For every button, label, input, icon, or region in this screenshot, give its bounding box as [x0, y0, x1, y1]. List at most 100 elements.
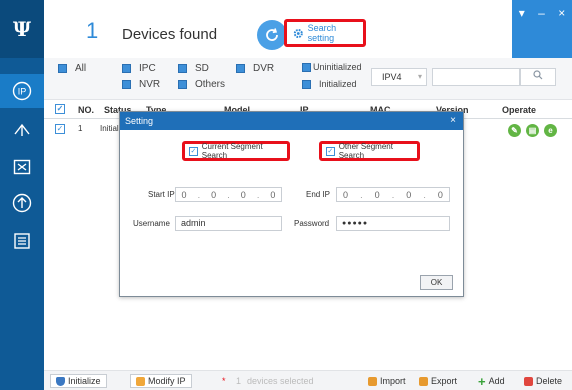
- plus-icon: +: [478, 373, 486, 389]
- username-input[interactable]: admin: [175, 216, 282, 231]
- sidebar-list[interactable]: [0, 224, 44, 258]
- filter-dvr-checkbox[interactable]: [236, 64, 245, 73]
- filter-dvr-label: DVR: [253, 63, 275, 74]
- import-icon: [368, 376, 377, 386]
- filter-all-label: All: [75, 63, 87, 74]
- svg-text:IP: IP: [18, 87, 27, 97]
- filter-nvr-label: NVR: [139, 79, 161, 90]
- modify-ip-button[interactable]: Modify IP: [130, 374, 192, 388]
- edit-icon[interactable]: ✎: [508, 124, 521, 137]
- other-segment-checkbox[interactable]: ✓: [326, 146, 335, 156]
- sidebar-upload[interactable]: [0, 186, 44, 220]
- filter-ipc[interactable]: IPC: [122, 63, 156, 74]
- initialize-button[interactable]: Initialize: [50, 374, 107, 388]
- upload-icon: [12, 193, 32, 213]
- shield-icon: [56, 376, 65, 386]
- minimize-icon[interactable]: –: [538, 6, 545, 58]
- filter-others-label: Others: [195, 79, 226, 90]
- filter-uninitialized-label: Uninitialized: [313, 62, 362, 72]
- filter-sd-label: SD: [195, 63, 209, 74]
- delete-button[interactable]: Delete: [524, 374, 562, 388]
- filter-bar: All IPC SD DVR NVR Others Uninitialized: [44, 58, 572, 100]
- dialog-title: Setting: [125, 116, 154, 126]
- password-input[interactable]: ●●●●●: [336, 216, 450, 231]
- sidebar-upgrade[interactable]: [0, 112, 44, 146]
- start-ip-octet-4: 0: [270, 189, 276, 200]
- start-ip-field[interactable]: 0. 0. 0. 0: [175, 187, 282, 202]
- filter-sd[interactable]: SD: [178, 63, 209, 74]
- filter-initialized[interactable]: Initialized: [302, 79, 357, 89]
- filter-others[interactable]: Others: [178, 79, 225, 90]
- username-label: Username: [133, 219, 170, 228]
- filter-initialized-checkbox[interactable]: [302, 79, 311, 89]
- current-segment-label: Current Segment Search: [201, 142, 263, 160]
- other-segment-label: Other Segment Search: [338, 142, 393, 160]
- refresh-icon: [266, 28, 278, 41]
- selected-star: *: [222, 376, 226, 386]
- initialize-label: Initialize: [68, 376, 101, 386]
- sidebar: Ψ IP: [0, 0, 44, 390]
- end-ip-label: End IP: [306, 190, 331, 199]
- config-icon: [13, 159, 31, 175]
- add-button[interactable]: + Add: [478, 373, 505, 389]
- ok-button[interactable]: OK: [420, 275, 453, 290]
- ip-version-select[interactable]: IPV4 ▾: [371, 68, 427, 86]
- ip-version-value: IPV4: [382, 72, 402, 82]
- other-segment-search-option[interactable]: ✓ Other Segment Search: [319, 141, 420, 161]
- filter-ipc-checkbox[interactable]: [122, 64, 131, 73]
- sidebar-config[interactable]: [0, 150, 44, 184]
- details-icon[interactable]: ▤: [526, 124, 539, 137]
- filter-all[interactable]: All: [58, 63, 86, 74]
- app-logo: Ψ: [0, 0, 44, 58]
- search-icon: [533, 70, 543, 80]
- refresh-button[interactable]: [257, 20, 287, 50]
- filter-uninitialized[interactable]: Uninitialized: [302, 62, 362, 72]
- select-all-checkbox[interactable]: ✓: [55, 104, 65, 114]
- device-count: 1: [86, 18, 99, 43]
- close-icon[interactable]: ×: [558, 6, 565, 58]
- header: 1 Devices found Search setting ▾ – ×: [44, 0, 572, 58]
- row-checkbox[interactable]: ✓: [55, 124, 65, 134]
- end-ip-octet-1: 0: [343, 189, 349, 200]
- filter-all-checkbox[interactable]: [58, 64, 67, 73]
- import-button[interactable]: Import: [368, 374, 406, 388]
- app-window: Ψ IP 1 Devices found Search setting ▾ – …: [0, 0, 572, 390]
- row-no: 1: [78, 124, 83, 133]
- export-button[interactable]: Export: [419, 374, 457, 388]
- filter-uninitialized-checkbox[interactable]: [302, 62, 311, 72]
- dialog-titlebar: Setting ×: [120, 112, 463, 130]
- start-ip-octet-2: 0: [211, 189, 217, 200]
- chevron-down-icon: ▾: [417, 72, 422, 81]
- filter-nvr[interactable]: NVR: [122, 79, 160, 90]
- sidebar-ip-tool[interactable]: IP: [0, 74, 44, 108]
- filter-others-checkbox[interactable]: [178, 80, 187, 89]
- dialog-close-icon[interactable]: ×: [450, 115, 456, 126]
- current-segment-search-option[interactable]: ✓ Current Segment Search: [182, 141, 290, 161]
- col-operate: Operate: [502, 105, 537, 115]
- password-label: Password: [294, 219, 330, 228]
- filter-search-input[interactable]: [432, 68, 520, 86]
- add-label: Add: [488, 376, 505, 386]
- end-ip-octet-4: 0: [437, 189, 443, 200]
- web-icon[interactable]: e: [544, 124, 557, 137]
- filter-dvr[interactable]: DVR: [236, 63, 274, 74]
- bottom-toolbar: Initialize Modify IP * 1 devices selecte…: [44, 370, 572, 390]
- search-setting-button[interactable]: Search setting: [284, 19, 366, 47]
- start-ip-octet-1: 0: [181, 189, 187, 200]
- setting-dialog: Setting × ✓ Current Segment Search ✓ Oth…: [119, 111, 464, 297]
- current-segment-checkbox[interactable]: ✓: [189, 146, 198, 156]
- filter-sd-checkbox[interactable]: [178, 64, 187, 73]
- selected-count: 1: [236, 376, 242, 386]
- filter-search-button[interactable]: [520, 68, 556, 86]
- list-icon: [14, 233, 30, 249]
- menu-dropdown-icon[interactable]: ▾: [519, 6, 525, 58]
- window-controls: ▾ – ×: [512, 0, 572, 58]
- gear-icon: [293, 28, 303, 38]
- start-ip-label: Start IP: [148, 190, 175, 199]
- trash-icon: [524, 376, 533, 386]
- row-status: Initial: [100, 124, 119, 133]
- filter-nvr-checkbox[interactable]: [122, 80, 131, 89]
- edit-ip-icon: [136, 376, 145, 386]
- end-ip-octet-3: 0: [406, 189, 412, 200]
- end-ip-field[interactable]: 0. 0. 0. 0: [336, 187, 450, 202]
